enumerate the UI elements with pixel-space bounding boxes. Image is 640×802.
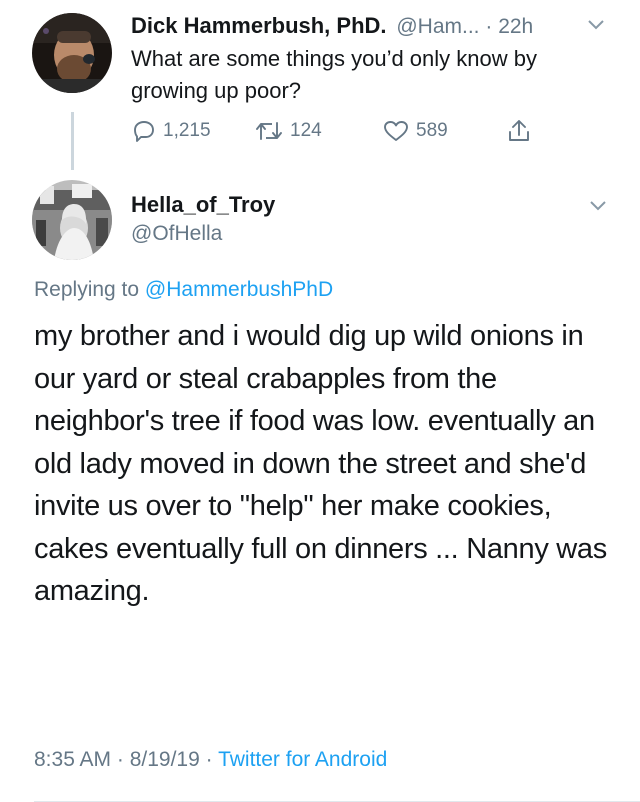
replying-to-handle-link[interactable]: @HammerbushPhD: [145, 278, 333, 301]
reply-timestamp[interactable]: 8:35 AM · 8/19/19 ·: [34, 748, 218, 771]
parent-header: Dick Hammerbush, PhD. @Ham... · 22h: [131, 13, 611, 43]
reply-icon: [134, 121, 154, 142]
reply-source-link[interactable]: Twitter for Android: [218, 748, 387, 771]
parent-handle[interactable]: @Ham...: [396, 15, 479, 38]
reply-action[interactable]: 1,215: [131, 117, 211, 145]
reply-handle[interactable]: @OfHella: [131, 222, 222, 246]
parent-separator: ·: [485, 15, 499, 38]
replying-to-label: Replying to: [34, 278, 145, 301]
retweet-action[interactable]: 124: [254, 117, 322, 145]
share-action[interactable]: [507, 117, 531, 145]
parent-text: What are some things you’d only know by …: [131, 46, 537, 103]
reply-meta: 8:35 AM · 8/19/19 · Twitter for Android: [34, 748, 387, 772]
thread-line: [71, 112, 74, 170]
chevron-down-icon[interactable]: [586, 17, 606, 33]
share-icon: [509, 120, 529, 141]
reply-avatar[interactable]: [32, 180, 112, 260]
parent-avatar[interactable]: [32, 13, 112, 93]
replying-to: Replying to @HammerbushPhD: [34, 278, 333, 302]
like-icon: [384, 121, 408, 141]
like-count: 589: [416, 120, 448, 141]
reply-count: 1,215: [163, 120, 211, 141]
retweet-count: 124: [290, 120, 322, 141]
reply-chevron-down-icon[interactable]: [588, 198, 608, 214]
parent-display-name[interactable]: Dick Hammerbush, PhD.: [131, 13, 387, 38]
parent-time[interactable]: 22h: [498, 15, 533, 38]
reply-display-name[interactable]: Hella_of_Troy: [131, 192, 275, 218]
like-action[interactable]: 589: [382, 117, 448, 145]
retweet-icon: [256, 122, 282, 140]
reply-text: my brother and i would dig up wild onion…: [34, 320, 607, 607]
